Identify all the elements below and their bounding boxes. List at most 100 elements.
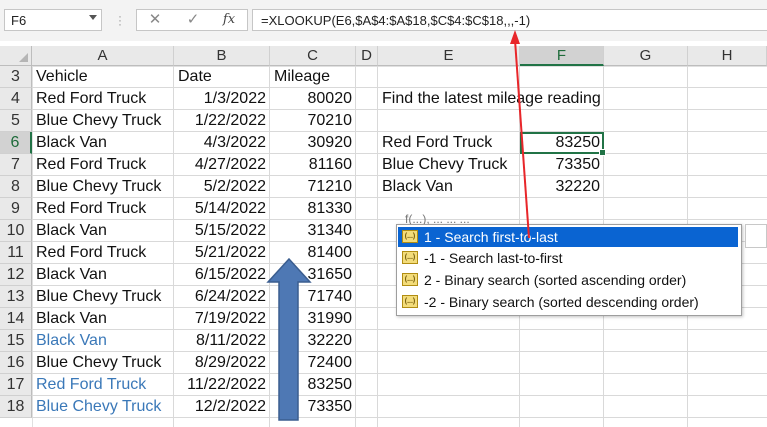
cell-a10[interactable]: Black Van <box>36 220 174 242</box>
dropdown-side-panel <box>745 224 767 248</box>
red-pointer-annotation <box>510 30 530 239</box>
col-header-g[interactable]: G <box>604 46 688 66</box>
name-box-value: F6 <box>11 13 27 28</box>
enum-icon: (...) <box>402 230 418 243</box>
name-box[interactable]: F6 <box>4 9 102 31</box>
cell-b17[interactable]: 11/22/2022 <box>174 374 266 396</box>
col-header-h[interactable]: H <box>688 46 767 66</box>
autocomplete-option[interactable]: (...) 1 - Search first-to-last <box>398 227 738 247</box>
red-pointer-line <box>514 39 530 239</box>
cell-b5[interactable]: 1/22/2022 <box>174 110 266 132</box>
row-header-12[interactable]: 12 <box>0 264 32 286</box>
option-label: 2 - Binary search (sorted ascending orde… <box>424 272 687 288</box>
cell-a17[interactable]: Red Ford Truck <box>36 374 174 396</box>
fill-handle[interactable] <box>599 149 606 156</box>
cell-e18[interactable] <box>382 396 520 418</box>
cell-b15[interactable]: 8/11/2022 <box>174 330 266 352</box>
row-header-16[interactable]: 16 <box>0 352 32 374</box>
cell-b11[interactable]: 5/21/2022 <box>174 242 266 264</box>
enum-icon: (...) <box>402 251 418 264</box>
cell-e17[interactable] <box>382 374 520 396</box>
cell-a13[interactable]: Blue Chevy Truck <box>36 286 174 308</box>
cell-b9[interactable]: 5/14/2022 <box>174 198 266 220</box>
cell-b8[interactable]: 5/2/2022 <box>174 176 266 198</box>
row-header-7[interactable]: 7 <box>0 154 32 176</box>
row-header-14[interactable]: 14 <box>0 308 32 330</box>
enum-icon: (...) <box>402 273 418 286</box>
cell-a8[interactable]: Blue Chevy Truck <box>36 176 174 198</box>
cell-c3[interactable]: Mileage <box>274 66 356 88</box>
cell-a18[interactable]: Blue Chevy Truck <box>36 396 174 418</box>
cell-c4[interactable]: 80020 <box>270 88 353 110</box>
cell-c8[interactable]: 71210 <box>270 176 353 198</box>
cell-a16[interactable]: Blue Chevy Truck <box>36 352 174 374</box>
select-all-button[interactable] <box>0 46 32 66</box>
row-header-15[interactable]: 15 <box>0 330 32 352</box>
row-header-13[interactable]: 13 <box>0 286 32 308</box>
insert-function-button[interactable]: fx <box>217 11 241 29</box>
name-box-dropdown-icon[interactable] <box>89 15 97 20</box>
up-arrow-annotation <box>266 257 312 421</box>
cell-a9[interactable]: Red Ford Truck <box>36 198 174 220</box>
row-header-8[interactable]: 8 <box>0 176 32 198</box>
option-label: -2 - Binary search (sorted descending or… <box>424 294 699 310</box>
col-header-a[interactable]: A <box>32 46 174 66</box>
col-header-c[interactable]: C <box>270 46 356 66</box>
cell-c5[interactable]: 70210 <box>270 110 353 132</box>
cell-b10[interactable]: 5/15/2022 <box>174 220 266 242</box>
cell-e15[interactable] <box>382 330 520 352</box>
cell-a14[interactable]: Black Van <box>36 308 174 330</box>
enum-icon: (...) <box>402 295 418 308</box>
row-header-6[interactable]: 6 <box>0 132 32 154</box>
cell-a4[interactable]: Red Ford Truck <box>36 88 174 110</box>
cell-a5[interactable]: Blue Chevy Truck <box>36 110 174 132</box>
row-header-17[interactable]: 17 <box>0 374 32 396</box>
cell-f16[interactable] <box>520 352 600 374</box>
option-label: -1 - Search last-to-first <box>424 250 563 266</box>
cell-b4[interactable]: 1/3/2022 <box>174 88 266 110</box>
formula-buttons: ✕ ✓ fx <box>136 9 248 31</box>
cell-a7[interactable]: Red Ford Truck <box>36 154 174 176</box>
col-header-b[interactable]: B <box>174 46 270 66</box>
cell-c9[interactable]: 81330 <box>270 198 353 220</box>
autocomplete-option[interactable]: (...) 2 - Binary search (sorted ascendin… <box>398 270 738 290</box>
formula-text: =XLOOKUP(E6,$A$4:$A$18,$C$4:$C$18,,,-1) <box>261 13 531 28</box>
cell-c10[interactable]: 31340 <box>270 220 353 242</box>
cell-a12[interactable]: Black Van <box>36 264 174 286</box>
cell-f17[interactable] <box>520 374 600 396</box>
cell-b7[interactable]: 4/27/2022 <box>174 154 266 176</box>
autocomplete-dropdown[interactable]: (...) 1 - Search first-to-last (...) -1 … <box>396 224 742 316</box>
cell-a6[interactable]: Black Van <box>36 132 174 154</box>
up-arrow-shape <box>266 257 312 421</box>
row-header-4[interactable]: 4 <box>0 88 32 110</box>
cell-f18[interactable] <box>520 396 600 418</box>
cancel-icon[interactable]: ✕ <box>143 11 167 29</box>
col-header-e[interactable]: E <box>378 46 520 66</box>
enter-icon[interactable]: ✓ <box>181 11 205 29</box>
cell-c7[interactable]: 81160 <box>270 154 352 176</box>
row-header-11[interactable]: 11 <box>0 242 32 264</box>
cell-e16[interactable] <box>382 352 520 374</box>
cell-b6[interactable]: 4/3/2022 <box>174 132 266 154</box>
cell-b18[interactable]: 12/2/2022 <box>174 396 266 418</box>
cell-c6[interactable]: 30920 <box>270 132 353 154</box>
cell-a11[interactable]: Red Ford Truck <box>36 242 174 264</box>
autocomplete-option[interactable]: (...) -2 - Binary search (sorted descend… <box>398 292 738 312</box>
cell-a3[interactable]: Vehicle <box>36 66 174 88</box>
cell-b14[interactable]: 7/19/2022 <box>174 308 266 330</box>
cell-b12[interactable]: 6/15/2022 <box>174 264 266 286</box>
col-header-d[interactable]: D <box>356 46 378 66</box>
row-header-5[interactable]: 5 <box>0 110 32 132</box>
autocomplete-option[interactable]: (...) -1 - Search last-to-first <box>398 248 738 268</box>
cell-b13[interactable]: 6/24/2022 <box>174 286 266 308</box>
row-header-9[interactable]: 9 <box>0 198 32 220</box>
row-header-3[interactable]: 3 <box>0 66 32 88</box>
cell-a15[interactable]: Black Van <box>36 330 174 352</box>
formula-bar-grip: · · · <box>118 9 122 31</box>
red-pointer-arrowhead <box>510 30 520 44</box>
cell-f15[interactable] <box>520 330 600 352</box>
row-header-18[interactable]: 18 <box>0 396 32 418</box>
cell-b3[interactable]: Date <box>178 66 270 88</box>
row-header-10[interactable]: 10 <box>0 220 32 242</box>
cell-b16[interactable]: 8/29/2022 <box>174 352 266 374</box>
